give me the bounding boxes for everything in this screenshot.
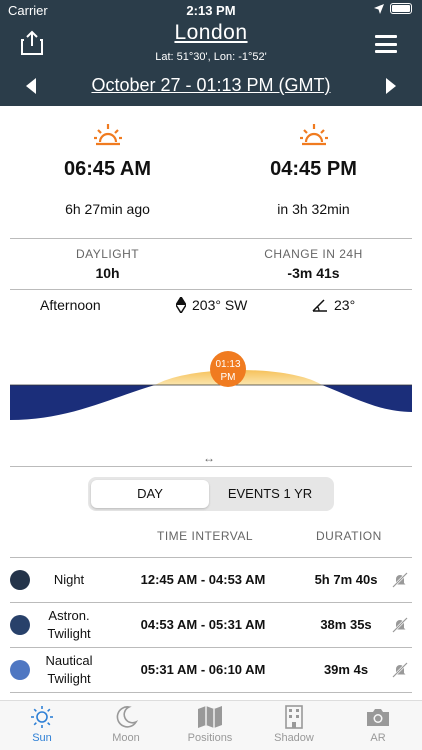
daylight-stat: DAYLIGHT 10h bbox=[2, 247, 213, 281]
status-bar: Carrier 2:13 PM bbox=[0, 0, 422, 20]
daylight-value: 10h bbox=[95, 265, 120, 281]
next-date-arrow-icon[interactable] bbox=[386, 78, 396, 94]
sunrise-column: 06:45 AM 6h 27min ago bbox=[2, 122, 213, 217]
day-period: Afternoon bbox=[40, 297, 101, 313]
menu-icon[interactable] bbox=[375, 35, 397, 53]
building-icon bbox=[285, 705, 303, 729]
phase-name: Night bbox=[53, 572, 85, 587]
divider bbox=[10, 238, 412, 239]
segment-events[interactable]: EVENTS 1 YR bbox=[209, 480, 331, 508]
tab-label: Moon bbox=[112, 732, 140, 744]
sunrise-relative: 6h 27min ago bbox=[65, 201, 150, 217]
tab-label: Shadow bbox=[274, 732, 314, 744]
change-value: -3m 41s bbox=[287, 265, 340, 281]
sun-path-graph[interactable]: 01:13 PM bbox=[10, 340, 412, 440]
table-row[interactable]: Nautical Twilight 05:31 AM - 06:10 AM 39… bbox=[0, 648, 422, 692]
phase-interval: 12:45 AM - 04:53 AM bbox=[140, 572, 266, 587]
bell-off-icon[interactable] bbox=[392, 617, 408, 633]
sunset-column: 04:45 PM in 3h 32min bbox=[208, 122, 419, 217]
marker-time: 01:13 bbox=[215, 359, 240, 370]
tab-moon[interactable]: Moon bbox=[84, 705, 168, 744]
phase-name: Astron. Twilight bbox=[47, 608, 91, 641]
sun-position-row: Afternoon 203° SW 23° bbox=[0, 297, 422, 317]
night-curve bbox=[10, 385, 155, 420]
tab-shadow[interactable]: Shadow bbox=[252, 705, 336, 744]
divider bbox=[10, 289, 412, 290]
daylight-label: DAYLIGHT bbox=[75, 247, 140, 261]
view-segmented-control[interactable]: DAY EVENTS 1 YR bbox=[88, 477, 334, 511]
date-label[interactable]: October 27 - 01:13 PM (GMT) bbox=[0, 75, 422, 96]
elevation-angle-icon bbox=[312, 299, 327, 312]
header: Carrier 2:13 PM London Lat: 51°30', Lon:… bbox=[0, 0, 422, 106]
table-row[interactable]: Night 12:45 AM - 04:53 AM 5h 7m 40s bbox=[0, 558, 422, 602]
coordinates: Lat: 51°30', Lon: -1°52' bbox=[155, 51, 267, 63]
segment-day[interactable]: DAY bbox=[91, 480, 209, 508]
tab-bar: Sun Moon Positions Shadow AR bbox=[0, 700, 422, 750]
azimuth-value: 203° SW bbox=[192, 297, 248, 313]
phase-color-dot bbox=[10, 615, 30, 635]
column-duration: DURATION bbox=[316, 529, 382, 543]
sunset-time: 04:45 PM bbox=[270, 158, 357, 180]
tab-sun[interactable]: Sun bbox=[0, 705, 84, 744]
sunset-relative: in 3h 32min bbox=[277, 201, 350, 217]
phase-duration: 5h 7m 40s bbox=[314, 572, 378, 587]
phase-duration: 38m 35s bbox=[320, 617, 372, 632]
marker-period: PM bbox=[221, 372, 236, 383]
phase-name: Nautical Twilight bbox=[45, 653, 93, 686]
tab-label: Sun bbox=[32, 732, 52, 744]
sun-icon bbox=[31, 706, 53, 728]
phase-color-dot bbox=[10, 660, 30, 680]
tab-label: Positions bbox=[187, 732, 233, 744]
table-row[interactable]: Astron. Twilight 04:53 AM - 05:31 AM 38m… bbox=[0, 603, 422, 647]
sunrise-time: 06:45 AM bbox=[63, 158, 152, 180]
sunrise-icon bbox=[93, 124, 122, 146]
tab-label: AR bbox=[370, 732, 386, 744]
bell-off-icon[interactable] bbox=[392, 662, 408, 678]
change-label: CHANGE IN 24H bbox=[264, 247, 363, 261]
resize-handle-icon[interactable]: ↔ bbox=[203, 451, 215, 465]
map-icon bbox=[198, 706, 222, 728]
tab-ar[interactable]: AR bbox=[336, 705, 420, 744]
change-stat: CHANGE IN 24H -3m 41s bbox=[208, 247, 419, 281]
bell-off-icon[interactable] bbox=[392, 572, 408, 588]
divider bbox=[10, 692, 412, 693]
status-time: 2:13 PM bbox=[186, 3, 236, 18]
city-title[interactable]: London bbox=[0, 21, 422, 45]
phase-interval: 05:31 AM - 06:10 AM bbox=[140, 662, 266, 677]
tab-positions[interactable]: Positions bbox=[168, 705, 252, 744]
divider bbox=[10, 466, 412, 467]
elevation-value: 23° bbox=[334, 297, 356, 313]
phase-duration: 39m 4s bbox=[323, 662, 369, 677]
column-time-interval: TIME INTERVAL bbox=[157, 529, 254, 543]
phase-color-dot bbox=[10, 570, 30, 590]
battery-icon bbox=[390, 3, 412, 14]
moon-icon bbox=[116, 706, 138, 728]
camera-icon bbox=[367, 709, 389, 726]
night-curve bbox=[322, 385, 412, 412]
sunset-icon bbox=[299, 124, 328, 146]
location-arrow-icon bbox=[374, 3, 384, 14]
phase-interval: 04:53 AM - 05:31 AM bbox=[140, 617, 266, 632]
compass-needle-icon bbox=[176, 297, 186, 313]
